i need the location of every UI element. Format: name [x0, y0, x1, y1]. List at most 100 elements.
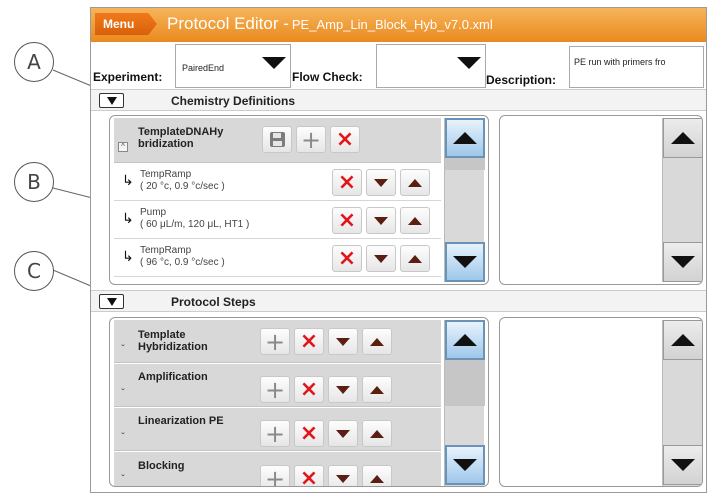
protocol-step-group[interactable]: ˇ Blocking + × [114, 452, 441, 487]
arrow-down-icon [336, 474, 350, 483]
scroll-up-button[interactable] [445, 118, 485, 158]
move-down-button[interactable] [328, 465, 358, 486]
arrow-down-icon [336, 429, 350, 438]
delete-step-button[interactable]: × [294, 420, 324, 447]
step-name: TempRamp [140, 245, 192, 256]
arrow-up-icon [370, 337, 384, 346]
arrow-down-icon [374, 216, 388, 225]
title-bar: Menu Protocol Editor - PE_Amp_Lin_Block_H… [91, 8, 706, 42]
chemistry-definitions-header: Chemistry Definitions [91, 89, 706, 111]
delete-step-button[interactable]: × [332, 169, 362, 196]
triangle-down-icon [671, 459, 695, 471]
chemistry-step-row[interactable]: ↳ TempRamp ( 20 °c, 0.9 °c/sec ) × [114, 164, 441, 201]
move-down-button[interactable] [366, 207, 396, 234]
close-icon: × [335, 126, 355, 152]
triangle-up-icon [671, 132, 695, 144]
experiment-value: PairedEnd [182, 63, 225, 73]
flow-check-label: Flow Check: [292, 70, 363, 84]
chemistry-section-title: Chemistry Definitions [171, 94, 296, 108]
chemistry-list: ^ TemplateDNAHy bridization + × ↳ TempRam… [109, 115, 489, 285]
step-params: ( 60 μL/m, 120 μL, HT1 ) [140, 219, 250, 230]
plus-icon: + [264, 464, 286, 487]
move-up-button[interactable] [400, 207, 430, 234]
scroll-up-button[interactable] [663, 118, 702, 158]
delete-step-button[interactable]: × [294, 465, 324, 486]
menu-button[interactable]: Menu [95, 13, 157, 35]
callout-c: C [14, 251, 54, 291]
protocol-scrollbar[interactable] [444, 320, 485, 486]
expand-icon[interactable]: ˇ [118, 345, 128, 356]
detail-scrollbar[interactable] [662, 118, 702, 282]
add-step-button[interactable]: + [260, 376, 290, 403]
callout-a-label: A [27, 50, 41, 74]
protocol-step-name: Template Hybridization [138, 329, 208, 353]
description-value: PE run with primers fro [574, 57, 666, 67]
protocol-step-group[interactable]: ˇ Template Hybridization + × [114, 320, 441, 363]
chemistry-group-header[interactable]: ^ TemplateDNAHy bridization + × [114, 118, 441, 163]
triangle-down-icon [671, 256, 695, 268]
callout-b-label: B [27, 170, 41, 194]
description-field[interactable]: PE run with primers fro [569, 46, 704, 88]
move-up-button[interactable] [362, 420, 392, 447]
add-step-button[interactable]: + [260, 420, 290, 447]
protocol-step-name: Blocking [138, 460, 185, 472]
scroll-up-button[interactable] [663, 320, 702, 360]
move-up-button[interactable] [400, 169, 430, 196]
protocol-step-group[interactable]: ˇ Linearization PE + × [114, 408, 441, 451]
detail-scrollbar[interactable] [662, 320, 702, 486]
protocol-steps-list: ˇ Template Hybridization + × ˇ Amplificat… [109, 317, 489, 487]
arrow-up-icon [408, 178, 422, 187]
close-icon: × [337, 245, 357, 271]
expand-icon[interactable]: ˇ [118, 433, 128, 444]
triangle-down-icon [106, 96, 117, 105]
delete-step-button[interactable]: × [294, 376, 324, 403]
expand-icon[interactable]: ˇ [118, 475, 128, 486]
chemistry-toggle-button[interactable] [99, 93, 124, 108]
close-icon: × [337, 207, 357, 233]
delete-step-button[interactable]: × [332, 245, 362, 272]
move-up-button[interactable] [362, 376, 392, 403]
move-down-button[interactable] [366, 245, 396, 272]
scroll-thumb[interactable] [445, 158, 485, 170]
move-down-button[interactable] [328, 420, 358, 447]
experiment-dropdown[interactable]: PairedEnd [175, 44, 291, 88]
protocol-section-title: Protocol Steps [171, 295, 256, 309]
add-step-button[interactable]: + [296, 126, 326, 153]
description-label: Description: [486, 73, 557, 87]
scroll-down-button[interactable] [663, 445, 702, 485]
scroll-down-button[interactable] [445, 445, 485, 485]
chemistry-scrollbar[interactable] [444, 118, 485, 282]
step-name: Pump [140, 207, 167, 218]
expand-icon[interactable]: ^ [118, 142, 128, 152]
protocol-step-group[interactable]: ˇ Amplification + × [114, 364, 441, 407]
move-up-button[interactable] [362, 328, 392, 355]
move-up-button[interactable] [362, 465, 392, 486]
close-icon: × [299, 328, 319, 354]
plus-icon: + [264, 419, 286, 448]
delete-step-button[interactable]: × [294, 328, 324, 355]
chemistry-step-row[interactable]: ↳ Pump ( 60 μL/m, 120 μL, HT1 ) × [114, 202, 441, 239]
chemistry-step-row[interactable]: ↳ TempRamp ( 96 °c, 0.9 °c/sec ) × [114, 240, 441, 277]
protocol-editor-window: Menu Protocol Editor - PE_Amp_Lin_Block_H… [90, 7, 707, 493]
triangle-up-icon [453, 132, 477, 144]
move-down-button[interactable] [366, 169, 396, 196]
chemistry-detail-panel [499, 115, 703, 285]
callout-b: B [14, 162, 54, 202]
move-down-button[interactable] [328, 328, 358, 355]
chevron-down-icon [262, 57, 286, 69]
expand-icon[interactable]: ˇ [118, 389, 128, 400]
move-down-button[interactable] [328, 376, 358, 403]
protocol-step-name: Linearization PE [138, 415, 224, 427]
move-up-button[interactable] [400, 245, 430, 272]
scroll-down-button[interactable] [663, 242, 702, 282]
add-step-button[interactable]: + [260, 328, 290, 355]
delete-step-button[interactable]: × [332, 207, 362, 234]
scroll-down-button[interactable] [445, 242, 485, 282]
protocol-toggle-button[interactable] [99, 294, 124, 309]
scroll-up-button[interactable] [445, 320, 485, 360]
flow-check-dropdown[interactable] [376, 44, 486, 88]
save-button[interactable] [262, 126, 292, 153]
add-step-button[interactable]: + [260, 464, 290, 487]
scroll-thumb[interactable] [445, 360, 485, 406]
delete-group-button[interactable]: × [330, 126, 360, 153]
